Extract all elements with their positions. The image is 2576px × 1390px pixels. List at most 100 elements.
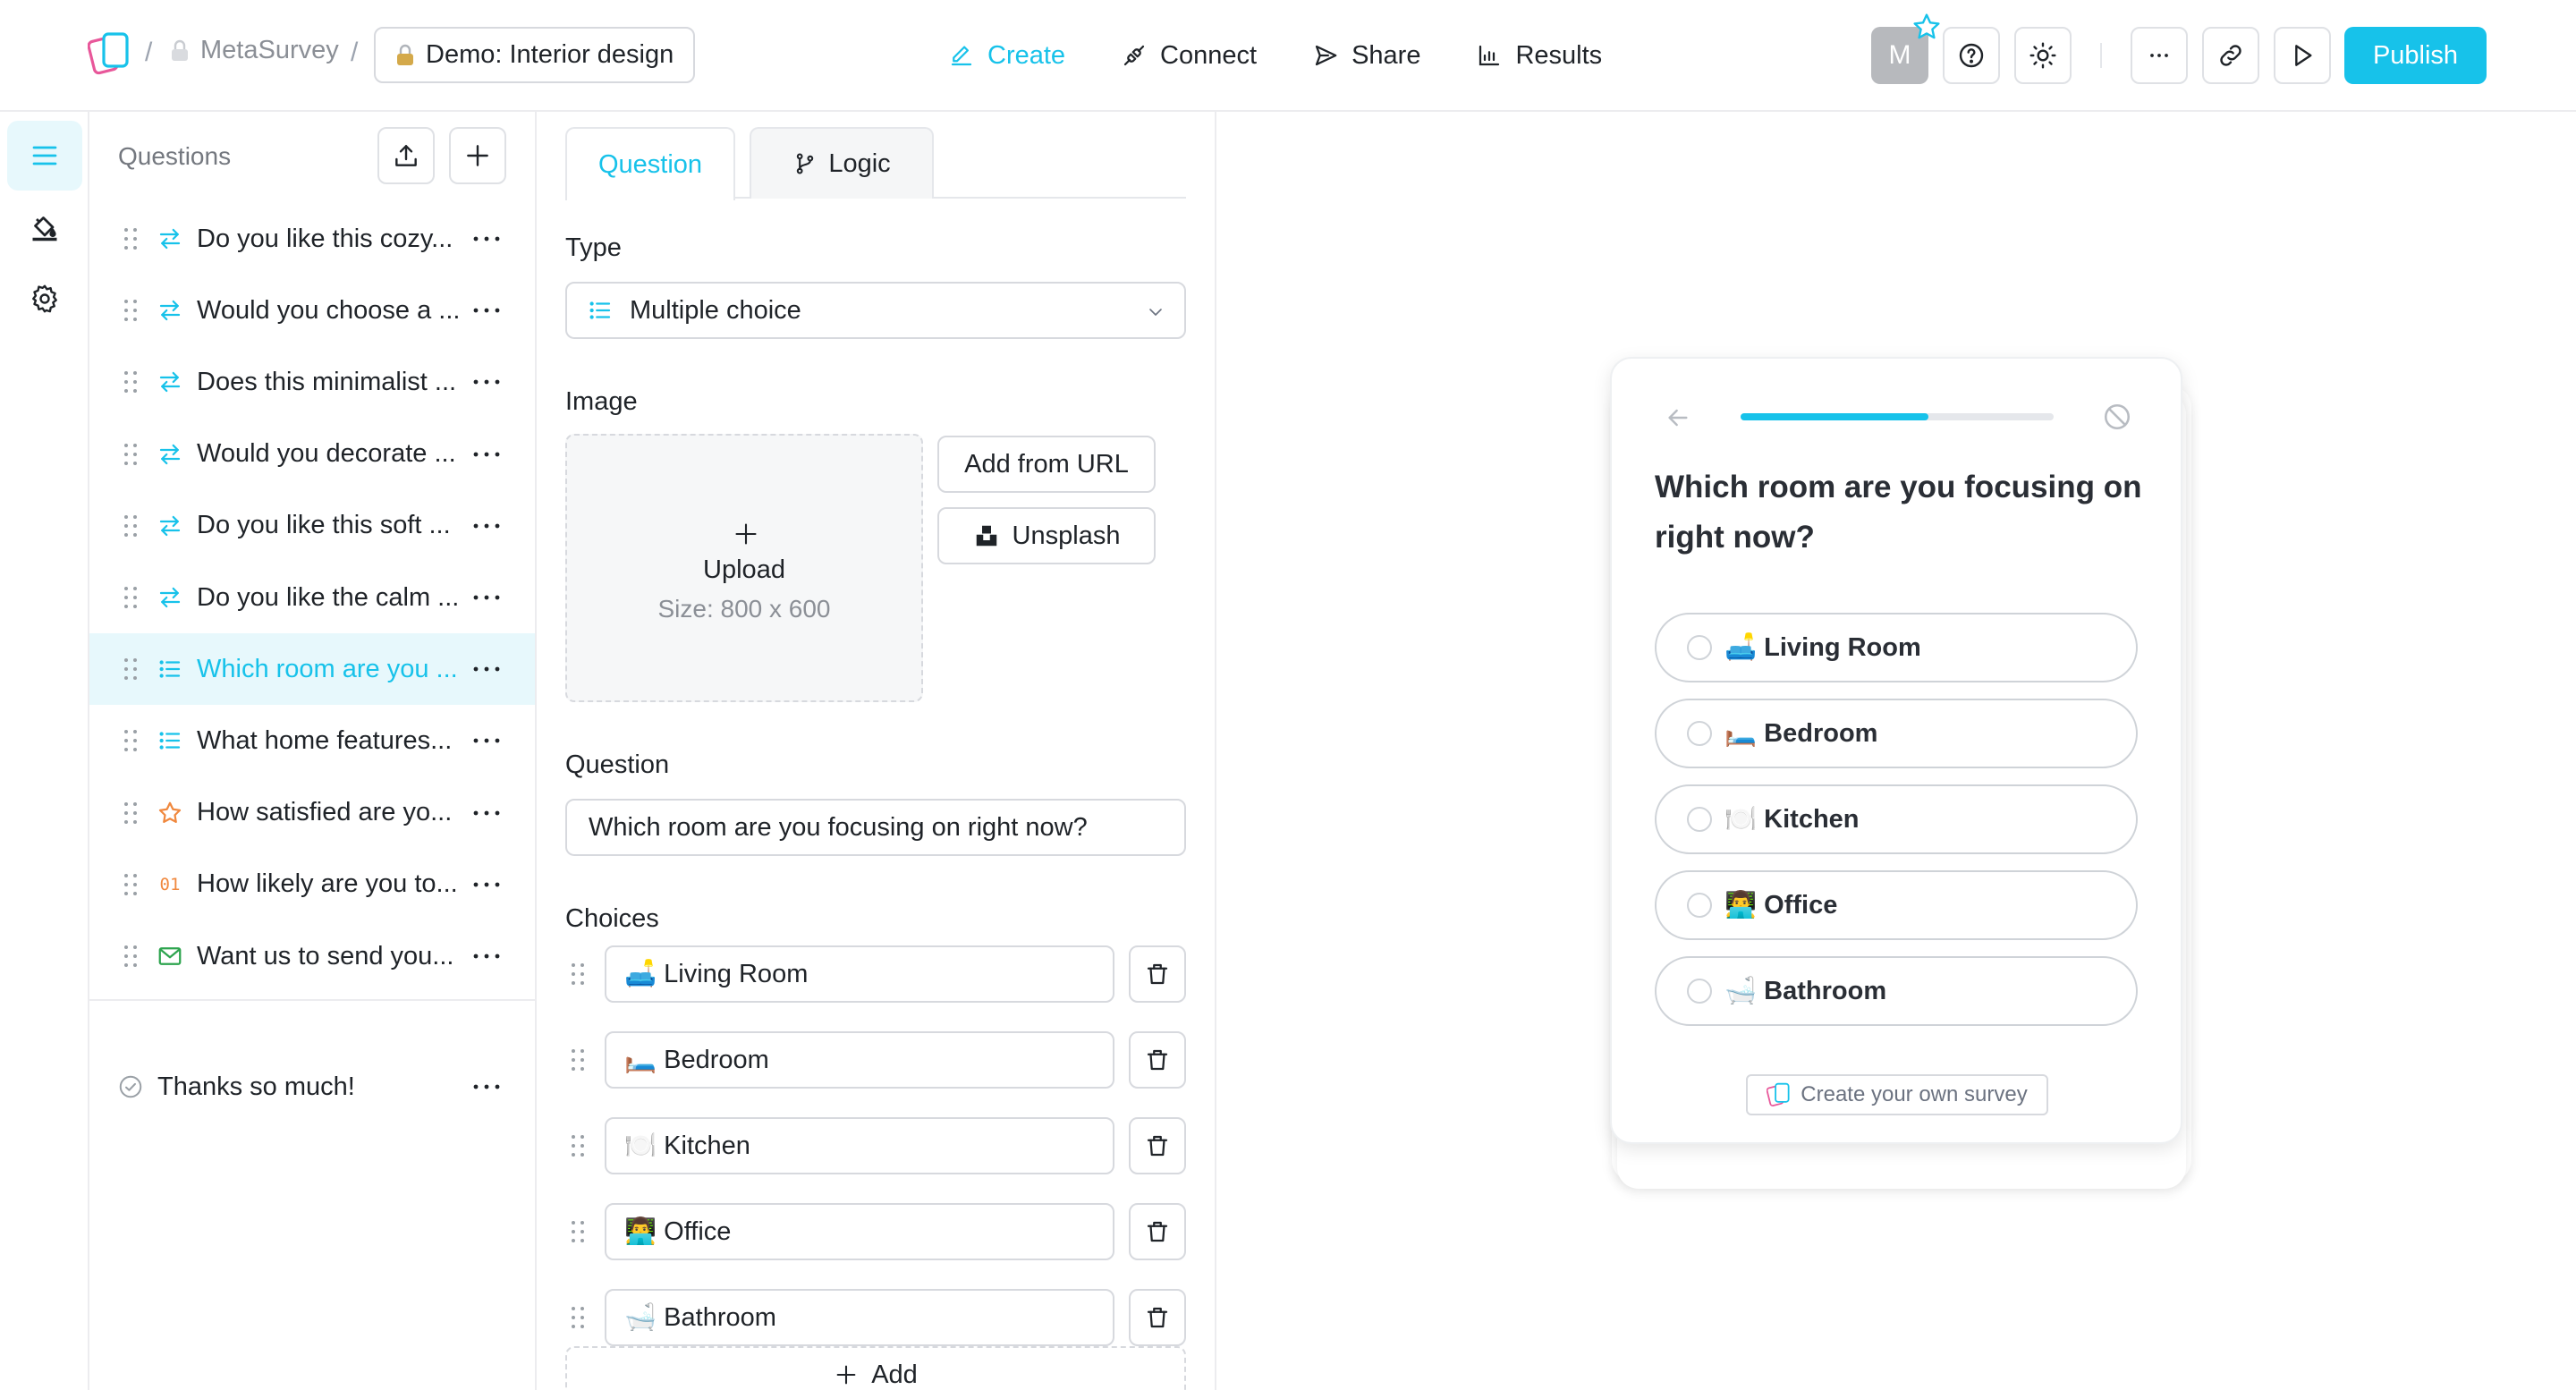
breadcrumb-org[interactable]: MetaSurvey — [170, 36, 339, 65]
project-selector[interactable]: Demo: Interior design — [374, 27, 696, 83]
drag-handle-icon[interactable] — [122, 800, 140, 826]
preview-option-label: 🍽️ Kitchen — [1724, 805, 1860, 834]
publish-button[interactable]: Publish — [2344, 27, 2487, 84]
preview-option[interactable]: 🛁 Bathroom — [1655, 956, 2138, 1026]
nav-create[interactable]: Create — [948, 41, 1065, 71]
drag-handle-icon[interactable] — [569, 1132, 587, 1159]
drag-handle-icon[interactable] — [122, 297, 140, 324]
preview-option[interactable]: 🛏️ Bedroom — [1655, 699, 2138, 768]
drag-handle-icon[interactable] — [122, 943, 140, 970]
delete-choice-button[interactable] — [1129, 945, 1186, 1003]
drag-handle-icon[interactable] — [569, 1218, 587, 1245]
question-item[interactable]: Do you like this soft ... — [89, 490, 535, 562]
radio-button[interactable] — [1687, 979, 1712, 1004]
tab-logic[interactable]: Logic — [750, 127, 934, 199]
more-horizontal-icon[interactable] — [470, 880, 503, 889]
drag-handle-icon[interactable] — [122, 871, 140, 898]
ban-icon[interactable] — [2102, 402, 2132, 432]
more-horizontal-icon[interactable] — [470, 521, 503, 530]
progress-fill — [1741, 413, 1928, 420]
drag-handle-icon[interactable] — [122, 225, 140, 252]
question-item[interactable]: How satisfied are yo... — [89, 777, 535, 849]
preview-button[interactable] — [2274, 27, 2331, 84]
preview-option[interactable]: 🍽️ Kitchen — [1655, 784, 2138, 854]
question-item[interactable]: Which room are you ... — [89, 633, 535, 706]
sun-icon — [2029, 42, 2056, 69]
delete-choice-button[interactable] — [1129, 1203, 1186, 1260]
question-item[interactable]: Would you decorate ... — [89, 419, 535, 490]
copy-link-button[interactable] — [2202, 27, 2259, 84]
import-questions-button[interactable] — [377, 127, 435, 184]
choice-input[interactable]: 🛁 Bathroom — [605, 1289, 1114, 1346]
more-horizontal-icon[interactable] — [470, 377, 503, 386]
radio-button[interactable] — [1687, 893, 1712, 918]
question-text-input[interactable]: Which room are you focusing on right now… — [565, 799, 1186, 856]
question-item[interactable]: Do you like the calm ... — [89, 562, 535, 633]
breadcrumb-separator: / — [351, 38, 359, 67]
question-item[interactable]: Would you choose a ... — [89, 275, 535, 346]
question-item[interactable]: Do you like this cozy... — [89, 203, 535, 275]
more-options-button[interactable] — [2131, 27, 2188, 84]
nav-results[interactable]: Results — [1476, 41, 1602, 71]
star-icon — [156, 799, 184, 827]
drag-handle-icon[interactable] — [569, 961, 587, 987]
choices-label: Choices — [565, 904, 659, 933]
more-horizontal-icon[interactable] — [470, 1082, 503, 1091]
theme-toggle-button[interactable] — [2014, 27, 2072, 84]
more-horizontal-icon[interactable] — [470, 306, 503, 315]
image-label: Image — [565, 387, 638, 416]
more-horizontal-icon[interactable] — [470, 450, 503, 459]
add-choice-button[interactable]: Add — [565, 1346, 1186, 1390]
drag-handle-icon[interactable] — [122, 369, 140, 395]
question-item-label: Want us to send you... — [197, 941, 454, 970]
pencil-icon — [951, 46, 972, 66]
add-from-url-button[interactable]: Add from URL — [937, 436, 1156, 493]
ending-screen-item[interactable]: Thanks so much! — [89, 1051, 535, 1123]
drag-handle-icon[interactable] — [122, 441, 140, 468]
more-horizontal-icon[interactable] — [470, 234, 503, 243]
choice-input[interactable]: 🛏️ Bedroom — [605, 1031, 1114, 1089]
question-item-label: Do you like this cozy... — [197, 224, 453, 253]
rail-questions-button[interactable] — [7, 121, 82, 191]
question-item[interactable]: 01 How likely are you to... — [89, 849, 535, 920]
rail-design-button[interactable] — [7, 192, 82, 262]
choice-input[interactable]: 👨‍💻 Office — [605, 1203, 1114, 1260]
unsplash-button[interactable]: Unsplash — [937, 507, 1156, 564]
drag-handle-icon[interactable] — [569, 1047, 587, 1073]
play-icon — [2295, 45, 2312, 66]
radio-button[interactable] — [1687, 635, 1712, 660]
arrow-left-icon[interactable] — [1664, 403, 1692, 432]
metasurvey-logo-icon[interactable] — [88, 30, 132, 77]
drag-handle-icon[interactable] — [122, 727, 140, 754]
more-horizontal-icon[interactable] — [470, 952, 503, 961]
more-horizontal-icon[interactable] — [470, 736, 503, 745]
question-item[interactable]: Does this minimalist ... — [89, 346, 535, 418]
add-question-button[interactable] — [449, 127, 506, 184]
image-upload-dropzone[interactable]: Upload Size: 800 x 600 — [565, 434, 923, 702]
drag-handle-icon[interactable] — [122, 513, 140, 539]
help-button[interactable] — [1943, 27, 2000, 84]
preview-option[interactable]: 🛋️ Living Room — [1655, 613, 2138, 682]
question-item[interactable]: Want us to send you... — [89, 920, 535, 992]
create-your-own-survey-link[interactable]: Create your own survey — [1746, 1074, 2048, 1115]
nav-share[interactable]: Share — [1312, 41, 1420, 71]
question-item[interactable]: What home features... — [89, 705, 535, 776]
delete-choice-button[interactable] — [1129, 1289, 1186, 1346]
drag-handle-icon[interactable] — [122, 656, 140, 682]
choice-input[interactable]: 🍽️ Kitchen — [605, 1117, 1114, 1174]
delete-choice-button[interactable] — [1129, 1031, 1186, 1089]
drag-handle-icon[interactable] — [569, 1304, 587, 1331]
rail-settings-button[interactable] — [7, 264, 82, 334]
preview-option[interactable]: 👨‍💻 Office — [1655, 870, 2138, 940]
radio-button[interactable] — [1687, 807, 1712, 832]
question-type-select[interactable]: Multiple choice — [565, 282, 1186, 339]
delete-choice-button[interactable] — [1129, 1117, 1186, 1174]
nav-connect[interactable]: Connect — [1121, 41, 1257, 71]
choice-input[interactable]: 🛋️ Living Room — [605, 945, 1114, 1003]
more-horizontal-icon[interactable] — [470, 593, 503, 602]
radio-button[interactable] — [1687, 721, 1712, 746]
more-horizontal-icon[interactable] — [470, 665, 503, 674]
more-horizontal-icon[interactable] — [470, 809, 503, 818]
tab-question[interactable]: Question — [565, 127, 735, 200]
drag-handle-icon[interactable] — [122, 584, 140, 611]
